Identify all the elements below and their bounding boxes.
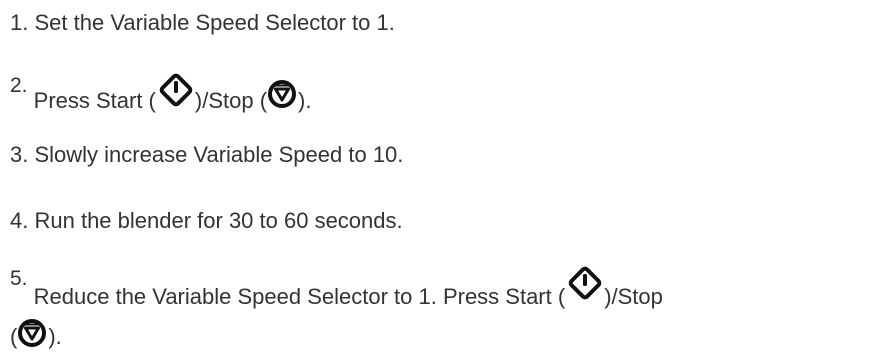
- step-5-continued: ( ).: [10, 314, 62, 350]
- step-5: 5. Reduce the Variable Speed Selector to…: [10, 260, 663, 309]
- step-number: 4.: [10, 208, 29, 233]
- step-text-before-start: Press Start (: [33, 88, 156, 113]
- step-text-line2-before-stop: (: [10, 324, 18, 349]
- step-number: 5.: [10, 267, 28, 290]
- step-text-between: )/Stop (: [194, 88, 268, 113]
- stop-icon: [17, 318, 47, 348]
- step-number: 2.: [10, 74, 28, 97]
- step-2: 2. Press Start ( )/Stop ( ).: [10, 67, 312, 113]
- step-text: Slowly increase Variable Speed to 10.: [34, 142, 404, 167]
- step-text: Run the blender for 30 to 60 seconds.: [34, 208, 403, 233]
- step-3: 3. Slowly increase Variable Speed to 10.: [10, 142, 403, 168]
- step-1: 1. Set the Variable Speed Selector to 1.: [10, 10, 395, 36]
- step-number: 3.: [10, 142, 29, 167]
- step-number: 1.: [10, 10, 29, 35]
- start-icon: [157, 71, 195, 109]
- step-text: Set the Variable Speed Selector to 1.: [34, 10, 395, 35]
- step-text-before-start: Reduce the Variable Speed Selector to 1.…: [33, 284, 566, 309]
- stop-icon: [267, 79, 297, 109]
- step-4: 4. Run the blender for 30 to 60 seconds.: [10, 208, 403, 234]
- step-text-after-stop: ).: [298, 88, 312, 113]
- start-icon: [566, 264, 604, 302]
- step-text-after-stop: ).: [48, 324, 62, 349]
- step-text-between: )/Stop: [604, 284, 663, 309]
